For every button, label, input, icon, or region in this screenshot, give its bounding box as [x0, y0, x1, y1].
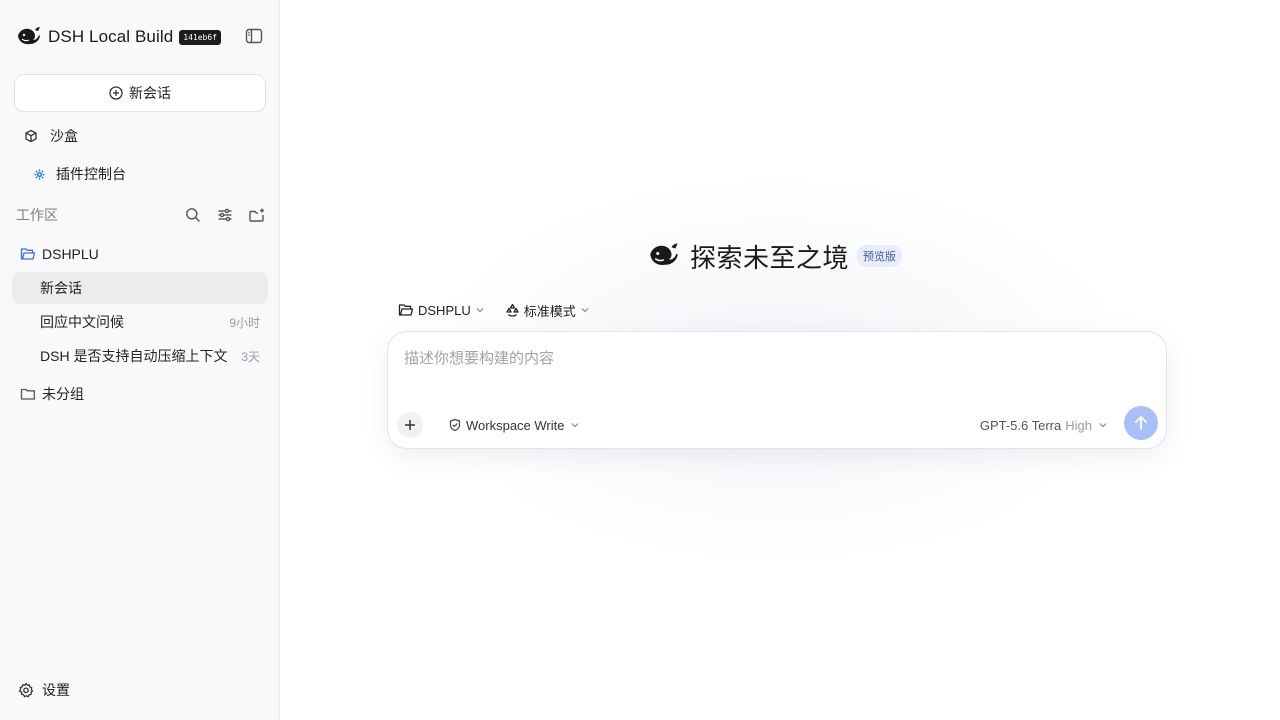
workspace-tools [184, 206, 266, 224]
conversation-title: 回应中文问候 [40, 314, 124, 330]
search-icon[interactable] [184, 206, 202, 224]
prompt-input[interactable] [404, 350, 1144, 367]
app-window: DSH Local Build 141eb6f 新会话 沙盒 插件控制台 工作区… [0, 0, 1280, 720]
conversation-title: DSH 是否支持自动压缩上下文 [40, 348, 228, 364]
plus-circle-icon [109, 86, 123, 100]
folder-open-icon [20, 248, 36, 260]
chevron-down-icon [580, 305, 590, 315]
whale-logo-icon [650, 243, 678, 265]
sliders-icon[interactable] [216, 206, 234, 224]
gear-icon [34, 168, 45, 180]
sidebar: DSH Local Build 141eb6f 新会话 沙盒 插件控制台 工作区… [0, 0, 280, 720]
conversation-time: 3天 [241, 349, 260, 364]
brand: DSH Local Build 141eb6f [16, 24, 221, 50]
main-panel: 探索未至之境 预览版 DSHPLU 标准模式 描述你想要构建的内容 Worksp… [280, 0, 1280, 720]
shield-icon [448, 418, 462, 432]
app-title: DSH Local Build [48, 27, 174, 46]
attach-button[interactable] [397, 412, 423, 438]
permission-selector[interactable]: Workspace Write [448, 416, 580, 434]
conversation-item[interactable]: DSH 是否支持自动压缩上下文 3天 [12, 340, 268, 372]
folder-name: 未分组 [42, 386, 84, 402]
settings-label: 设置 [42, 682, 70, 698]
whale-logo-icon [18, 27, 40, 45]
folder-icon [20, 388, 35, 400]
plugin-console-label: 插件控制台 [56, 166, 126, 182]
model-effort: High [1065, 417, 1092, 433]
project-selector-label: DSHPLU [418, 302, 471, 318]
mode-selector[interactable]: 标准模式 [505, 301, 590, 320]
send-button[interactable] [1124, 406, 1158, 440]
hero-title: 探索未至之境 [690, 243, 850, 274]
new-folder-icon[interactable] [248, 206, 266, 224]
model-name: GPT-5.6 Terra [979, 417, 1062, 433]
sidebar-toggle-icon[interactable] [245, 27, 263, 45]
conversation-title: 新会话 [40, 280, 82, 296]
conversation-time: 9小时 [229, 315, 260, 330]
settings-icon [18, 682, 34, 698]
sandbox-label: 沙盒 [50, 128, 78, 144]
nav-item-plugin-console[interactable]: 插件控制台 [33, 164, 126, 184]
mode-selector-label: 标准模式 [523, 303, 576, 319]
workspace-section-header: 工作区 [16, 204, 266, 226]
nav-item-sandbox[interactable]: 沙盒 [24, 126, 78, 146]
new-chat-button[interactable]: 新会话 [14, 74, 266, 112]
chevron-down-icon [1098, 420, 1108, 430]
folder-dshplu[interactable]: DSHPLU [20, 244, 99, 264]
chevron-down-icon [570, 420, 580, 430]
permission-label: Workspace Write [466, 417, 565, 433]
conversation-item[interactable]: 回应中文问候 9小时 [12, 306, 268, 338]
chevron-down-icon [475, 305, 485, 315]
build-hash-badge: 141eb6f [179, 29, 221, 45]
folder-icon [398, 303, 414, 317]
workspace-label: 工作区 [16, 207, 58, 223]
settings-button[interactable]: 设置 [18, 680, 70, 700]
cube-icon [25, 129, 37, 143]
mode-icon [505, 303, 520, 318]
context-selectors: DSHPLU 标准模式 [398, 300, 590, 320]
arrow-up-icon [1135, 416, 1147, 430]
preview-badge: 预览版 [857, 245, 903, 267]
composer: Workspace Write GPT-5.6 Terra High [387, 331, 1167, 449]
new-chat-label: 新会话 [129, 85, 171, 101]
model-selector[interactable]: GPT-5.6 Terra High [980, 416, 1108, 434]
folder-name: DSHPLU [42, 246, 99, 262]
project-selector[interactable]: DSHPLU [398, 303, 485, 318]
plus-icon [405, 420, 415, 430]
folder-ungrouped[interactable]: 未分组 [20, 384, 84, 404]
conversation-item-active[interactable]: 新会话 [12, 272, 268, 304]
hero: 探索未至之境 预览版 [646, 237, 903, 275]
